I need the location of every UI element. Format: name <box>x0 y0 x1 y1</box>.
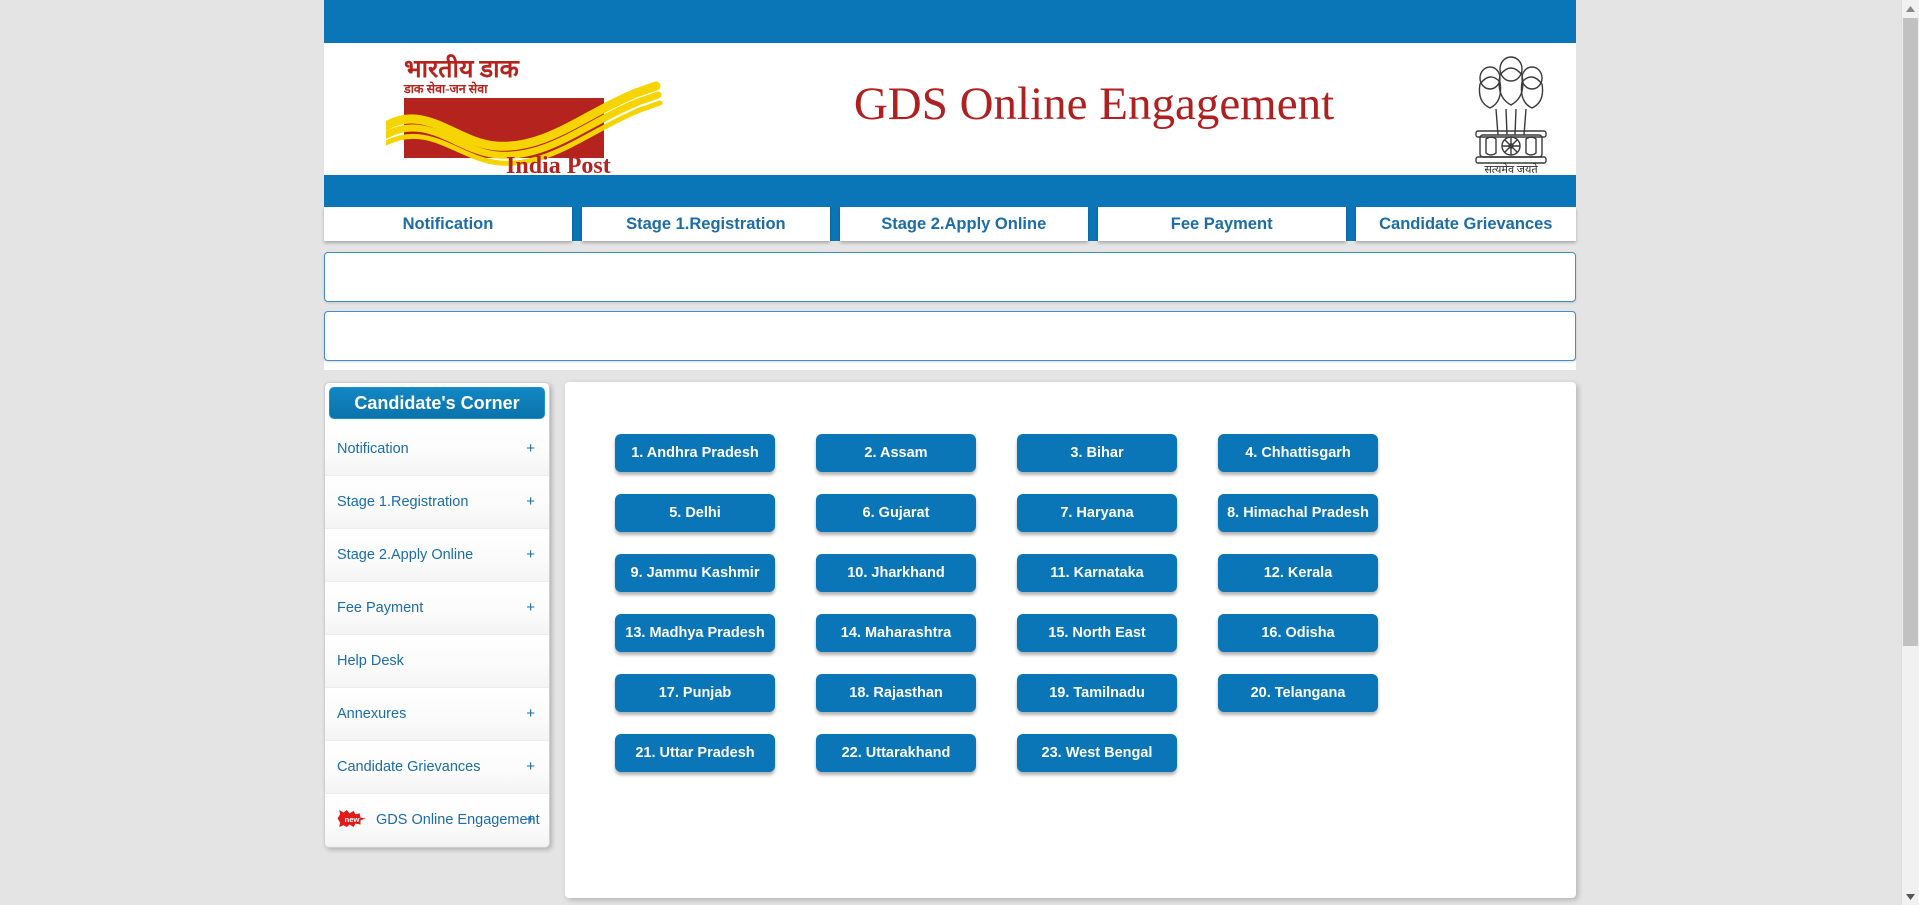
state-button-tamilnadu[interactable]: 19. Tamilnadu <box>1017 674 1177 712</box>
expand-plus-icon[interactable]: + <box>526 794 535 846</box>
state-button-telangana[interactable]: 20. Telangana <box>1218 674 1378 712</box>
nav-tab-candidate-grievances[interactable]: Candidate Grievances <box>1355 207 1576 241</box>
nav-tab-notification[interactable]: Notification <box>324 207 572 241</box>
expand-plus-icon[interactable]: + <box>526 741 535 793</box>
state-button-chhattisgarh[interactable]: 4. Chhattisgarh <box>1218 434 1378 472</box>
state-button-kerala[interactable]: 12. Kerala <box>1218 554 1378 592</box>
expand-plus-icon[interactable]: + <box>526 476 535 528</box>
site-header-banner: भारतीय डाक डाक सेवा-जन सेवा India Post D… <box>324 43 1576 175</box>
state-button-assam[interactable]: 2. Assam <box>816 434 976 472</box>
main-navigation: Notification Stage 1.Registration Stage … <box>324 207 1576 241</box>
expand-plus-icon[interactable]: + <box>526 688 535 740</box>
state-button-madhya-pradesh[interactable]: 13. Madhya Pradesh <box>615 614 775 652</box>
new-badge-icon: new <box>337 810 371 831</box>
sidebar-item-candidate-grievances[interactable]: Candidate Grievances + <box>325 741 549 794</box>
svg-text:भारतीय डाक: भारतीय डाक <box>404 54 521 83</box>
state-button-uttar-pradesh[interactable]: 21. Uttar Pradesh <box>615 734 775 772</box>
state-button-grid: 1. Andhra Pradesh 2. Assam 3. Bihar 4. C… <box>565 434 1576 772</box>
sidebar-item-stage2-apply-online[interactable]: Stage 2.Apply Online + <box>325 529 549 582</box>
state-button-gujarat[interactable]: 6. Gujarat <box>816 494 976 532</box>
sidebar-item-fee-payment[interactable]: Fee Payment + <box>325 582 549 635</box>
expand-plus-icon[interactable]: + <box>526 423 535 475</box>
state-button-jammu-kashmir[interactable]: 9. Jammu Kashmir <box>615 554 775 592</box>
sidebar-item-label: Fee Payment <box>337 600 424 616</box>
sidebar-item-label: Candidate Grievances <box>337 759 481 775</box>
nav-tab-stage2-apply-online[interactable]: Stage 2.Apply Online <box>839 207 1088 241</box>
scrollbar-down-arrow[interactable] <box>1902 888 1919 905</box>
expand-plus-icon[interactable]: + <box>526 582 535 634</box>
sidebar-item-gds-online-engagement[interactable]: new GDS Online Engagement + <box>325 794 549 847</box>
sidebar-item-label: Notification <box>337 441 409 457</box>
state-button-karnataka[interactable]: 11. Karnataka <box>1017 554 1177 592</box>
state-button-west-bengal[interactable]: 23. West Bengal <box>1017 734 1177 772</box>
sidebar-item-stage1-registration[interactable]: Stage 1.Registration + <box>325 476 549 529</box>
svg-text:डाक सेवा-जन सेवा: डाक सेवा-जन सेवा <box>403 81 488 96</box>
india-post-logo[interactable]: भारतीय डाक डाक सेवा-जन सेवा India Post D… <box>386 51 691 175</box>
marquee-banner-2[interactable]: new Special wind <box>324 311 1576 361</box>
scrollbar-up-arrow[interactable] <box>1902 0 1919 17</box>
top-blue-bar <box>324 0 1576 43</box>
page-title: GDS Online Engagement <box>853 78 1335 130</box>
state-button-delhi[interactable]: 5. Delhi <box>615 494 775 532</box>
sidebar-item-help-desk[interactable]: Help Desk <box>325 635 549 688</box>
candidates-corner-sidebar: Candidate's Corner Notification + Stage … <box>324 382 550 848</box>
sidebar-item-notification[interactable]: Notification + <box>325 423 549 476</box>
content-columns: Candidate's Corner Notification + Stage … <box>324 370 1576 898</box>
browser-page: भारतीय डाक डाक सेवा-जन सेवा India Post D… <box>0 0 1902 905</box>
sidebar-list: Notification + Stage 1.Registration + St… <box>325 419 549 847</box>
nav-tab-stage1-registration[interactable]: Stage 1.Registration <box>581 207 830 241</box>
sidebar-heading: Candidate's Corner <box>329 387 545 419</box>
ashoka-emblem-icon: सत्यमेव जयते <box>1466 47 1556 175</box>
nav-tab-fee-payment[interactable]: Fee Payment <box>1097 207 1346 241</box>
state-button-haryana[interactable]: 7. Haryana <box>1017 494 1177 532</box>
scrollbar-thumb[interactable] <box>1903 18 1918 646</box>
state-button-odisha[interactable]: 16. Odisha <box>1218 614 1378 652</box>
state-button-punjab[interactable]: 17. Punjab <box>615 674 775 712</box>
site-container: भारतीय डाक डाक सेवा-जन सेवा India Post D… <box>324 0 1576 898</box>
state-button-maharashtra[interactable]: 14. Maharashtra <box>816 614 976 652</box>
state-button-north-east[interactable]: 15. North East <box>1017 614 1177 652</box>
state-selection-panel: 1. Andhra Pradesh 2. Assam 3. Bihar 4. C… <box>565 382 1576 898</box>
emblem-caption: सत्यमेव जयते <box>1484 163 1538 175</box>
sidebar-item-label: Stage 1.Registration <box>337 494 469 510</box>
sidebar-item-label: Stage 2.Apply Online <box>337 547 474 563</box>
marquee-banner-1[interactable]: new GDS Online Engagement <box>324 252 1576 302</box>
state-button-jharkhand[interactable]: 10. Jharkhand <box>816 554 976 592</box>
sidebar-item-label: Help Desk <box>337 653 404 669</box>
sidebar-item-annexures[interactable]: Annexures + <box>325 688 549 741</box>
state-button-bihar[interactable]: 3. Bihar <box>1017 434 1177 472</box>
sidebar-item-label: GDS Online Engagement <box>376 812 540 828</box>
expand-plus-icon[interactable]: + <box>526 529 535 581</box>
announcement-area: new GDS Online Engagement new Special wi… <box>324 241 1576 361</box>
svg-text:new: new <box>345 815 360 824</box>
state-button-andhra-pradesh[interactable]: 1. Andhra Pradesh <box>615 434 775 472</box>
state-button-himachal-pradesh[interactable]: 8. Himachal Pradesh <box>1218 494 1378 532</box>
header-bottom-blue-bar <box>324 175 1576 207</box>
state-button-uttarakhand[interactable]: 22. Uttarakhand <box>816 734 976 772</box>
state-button-rajasthan[interactable]: 18. Rajasthan <box>816 674 976 712</box>
vertical-scrollbar[interactable] <box>1901 0 1919 905</box>
svg-text:India Post: India Post <box>506 153 611 175</box>
sidebar-item-label: Annexures <box>337 706 407 722</box>
